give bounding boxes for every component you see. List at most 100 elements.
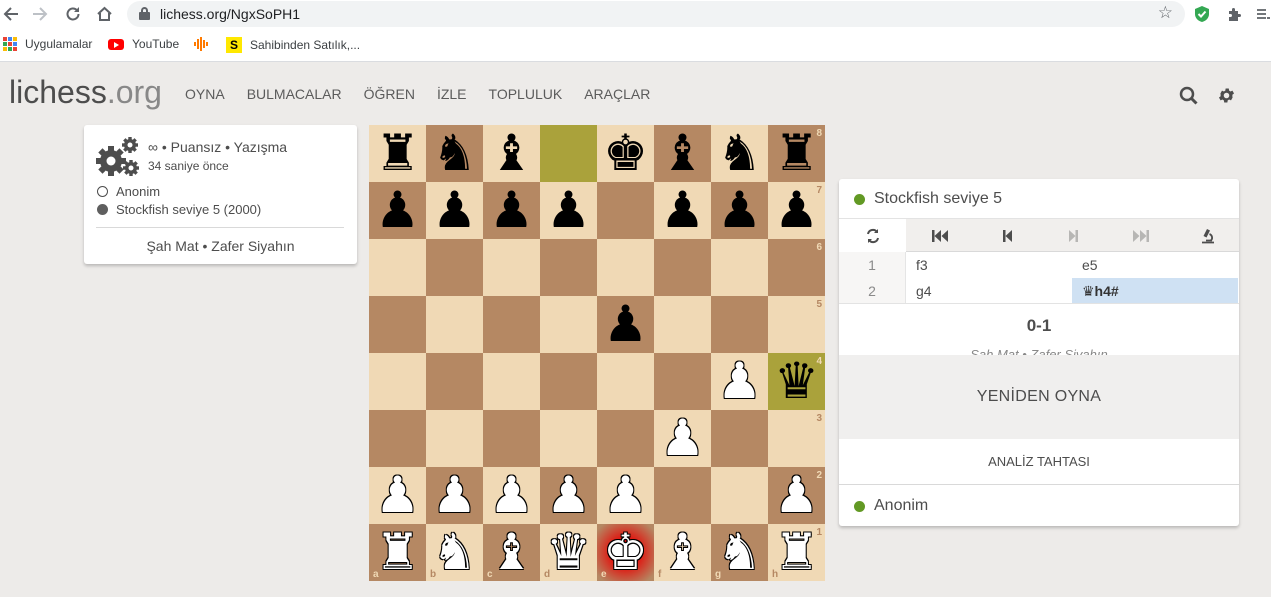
square-h4[interactable]: ♛ 4 xyxy=(768,353,825,410)
black-pawn-icon[interactable]: ♟ xyxy=(489,182,534,239)
square-d3[interactable] xyxy=(540,410,597,467)
search-icon[interactable] xyxy=(1177,84,1199,106)
white-rook-icon[interactable]: ♜ xyxy=(375,524,420,581)
site-logo[interactable]: lichess.org xyxy=(9,74,162,111)
square-d4[interactable] xyxy=(540,353,597,410)
reload-icon[interactable] xyxy=(62,3,84,25)
square-d6[interactable] xyxy=(540,239,597,296)
square-b3[interactable] xyxy=(426,410,483,467)
square-f7[interactable]: ♟ xyxy=(654,182,711,239)
square-b8[interactable]: ♞ xyxy=(426,125,483,182)
black-pawn-icon[interactable]: ♟ xyxy=(432,182,477,239)
black-bishop-icon[interactable]: ♝ xyxy=(489,125,534,182)
square-g3[interactable] xyxy=(711,410,768,467)
top-player-name[interactable]: Stockfish seviye 5 xyxy=(874,190,1002,208)
square-c1[interactable]: ♝ c xyxy=(483,524,540,581)
bookmark-star-icon[interactable]: ☆ xyxy=(1158,3,1173,23)
analysis-board-button[interactable]: ANALİZ TAHTASI xyxy=(839,439,1239,485)
square-c7[interactable]: ♟ xyxy=(483,182,540,239)
square-a4[interactable] xyxy=(369,353,426,410)
nav-tools[interactable]: ARAÇLAR xyxy=(584,86,650,102)
white-bishop-icon[interactable]: ♝ xyxy=(489,524,534,581)
nav-watch[interactable]: İZLE xyxy=(437,86,467,102)
white-player-name[interactable]: Anonim xyxy=(116,184,160,199)
square-h2[interactable]: ♟ 2 xyxy=(768,467,825,524)
black-pawn-icon[interactable]: ♟ xyxy=(717,182,762,239)
square-e3[interactable] xyxy=(597,410,654,467)
white-pawn-icon[interactable]: ♟ xyxy=(717,353,762,410)
square-b1[interactable]: ♞ b xyxy=(426,524,483,581)
square-e8[interactable]: ♚ xyxy=(597,125,654,182)
square-c5[interactable] xyxy=(483,296,540,353)
move-black[interactable]: e5 xyxy=(1072,252,1238,278)
square-e6[interactable] xyxy=(597,239,654,296)
square-g2[interactable] xyxy=(711,467,768,524)
white-pawn-icon[interactable]: ♟ xyxy=(432,467,477,524)
analysis-button[interactable] xyxy=(1174,219,1239,252)
square-f2[interactable] xyxy=(654,467,711,524)
white-rook-icon[interactable]: ♜ xyxy=(774,524,819,581)
square-f4[interactable] xyxy=(654,353,711,410)
square-b2[interactable]: ♟ xyxy=(426,467,483,524)
nav-learn[interactable]: ÖĞREN xyxy=(364,86,415,102)
square-h8[interactable]: ♜ 8 xyxy=(768,125,825,182)
square-a1[interactable]: ♜ a xyxy=(369,524,426,581)
shield-extension-icon[interactable] xyxy=(1191,3,1213,25)
nav-community[interactable]: TOPLULUK xyxy=(489,86,563,102)
puzzle-extensions-icon[interactable] xyxy=(1223,3,1245,25)
square-d5[interactable] xyxy=(540,296,597,353)
square-f3[interactable]: ♟ xyxy=(654,410,711,467)
play-again-button[interactable]: YENİDEN OYNA xyxy=(839,355,1239,439)
square-d8[interactable] xyxy=(540,125,597,182)
white-bishop-icon[interactable]: ♝ xyxy=(660,524,705,581)
address-bar[interactable]: lichess.org/NgxSoPH1 ☆ xyxy=(127,1,1185,27)
square-a6[interactable] xyxy=(369,239,426,296)
square-e2[interactable]: ♟ xyxy=(597,467,654,524)
home-icon[interactable] xyxy=(93,3,115,25)
black-rook-icon[interactable]: ♜ xyxy=(375,125,420,182)
square-f6[interactable] xyxy=(654,239,711,296)
square-e5[interactable]: ♟ xyxy=(597,296,654,353)
last-move-button[interactable] xyxy=(1107,219,1174,252)
black-rook-icon[interactable]: ♜ xyxy=(774,125,819,182)
square-b6[interactable] xyxy=(426,239,483,296)
white-knight-icon[interactable]: ♞ xyxy=(717,524,762,581)
white-pawn-icon[interactable]: ♟ xyxy=(660,410,705,467)
back-arrow-icon[interactable] xyxy=(0,3,22,25)
white-knight-icon[interactable]: ♞ xyxy=(432,524,477,581)
square-a2[interactable]: ♟ xyxy=(369,467,426,524)
square-g8[interactable]: ♞ xyxy=(711,125,768,182)
black-pawn-icon[interactable]: ♟ xyxy=(660,182,705,239)
square-h5[interactable]: 5 xyxy=(768,296,825,353)
square-d1[interactable]: ♛ d xyxy=(540,524,597,581)
square-c2[interactable]: ♟ xyxy=(483,467,540,524)
white-pawn-icon[interactable]: ♟ xyxy=(546,467,591,524)
bookmark-apps[interactable]: Uygulamalar xyxy=(3,37,92,51)
square-a3[interactable] xyxy=(369,410,426,467)
bottom-player-name[interactable]: Anonim xyxy=(874,497,928,515)
menu-icon[interactable] xyxy=(1252,3,1271,25)
square-g1[interactable]: ♞ g xyxy=(711,524,768,581)
chess-board[interactable]: ♜ ♞ ♝ ♚ ♝ ♞ ♜ 8 ♟ ♟ ♟ ♟ ♟ ♟ ♟ 7 6 ♟ 5 ♟ ♛ 4 ♟ 3 ♟ ♟ ♟ ♟ ♟ ♟ 2 ♜ a ♞ b ♝ c ♛ d ♚… xyxy=(369,125,825,581)
square-e4[interactable] xyxy=(597,353,654,410)
square-h1[interactable]: ♜ 1 h xyxy=(768,524,825,581)
move-white[interactable]: f3 xyxy=(906,252,1072,278)
settings-gear-icon[interactable] xyxy=(1215,84,1237,106)
white-pawn-icon[interactable]: ♟ xyxy=(489,467,534,524)
square-f5[interactable] xyxy=(654,296,711,353)
next-move-button[interactable] xyxy=(1040,219,1107,252)
bookmark-youtube[interactable]: YouTube xyxy=(108,37,179,51)
black-pawn-icon[interactable]: ♟ xyxy=(603,296,648,353)
square-d2[interactable]: ♟ xyxy=(540,467,597,524)
square-f1[interactable]: ♝ f xyxy=(654,524,711,581)
bookmark-sahibinden[interactable]: S Sahibinden Satılık,... xyxy=(226,37,360,53)
square-a8[interactable]: ♜ xyxy=(369,125,426,182)
square-h3[interactable]: 3 xyxy=(768,410,825,467)
square-c4[interactable] xyxy=(483,353,540,410)
square-h7[interactable]: ♟ 7 xyxy=(768,182,825,239)
square-g6[interactable] xyxy=(711,239,768,296)
square-a7[interactable]: ♟ xyxy=(369,182,426,239)
square-e7[interactable] xyxy=(597,182,654,239)
white-pawn-icon[interactable]: ♟ xyxy=(375,467,420,524)
previous-move-button[interactable] xyxy=(973,219,1040,252)
